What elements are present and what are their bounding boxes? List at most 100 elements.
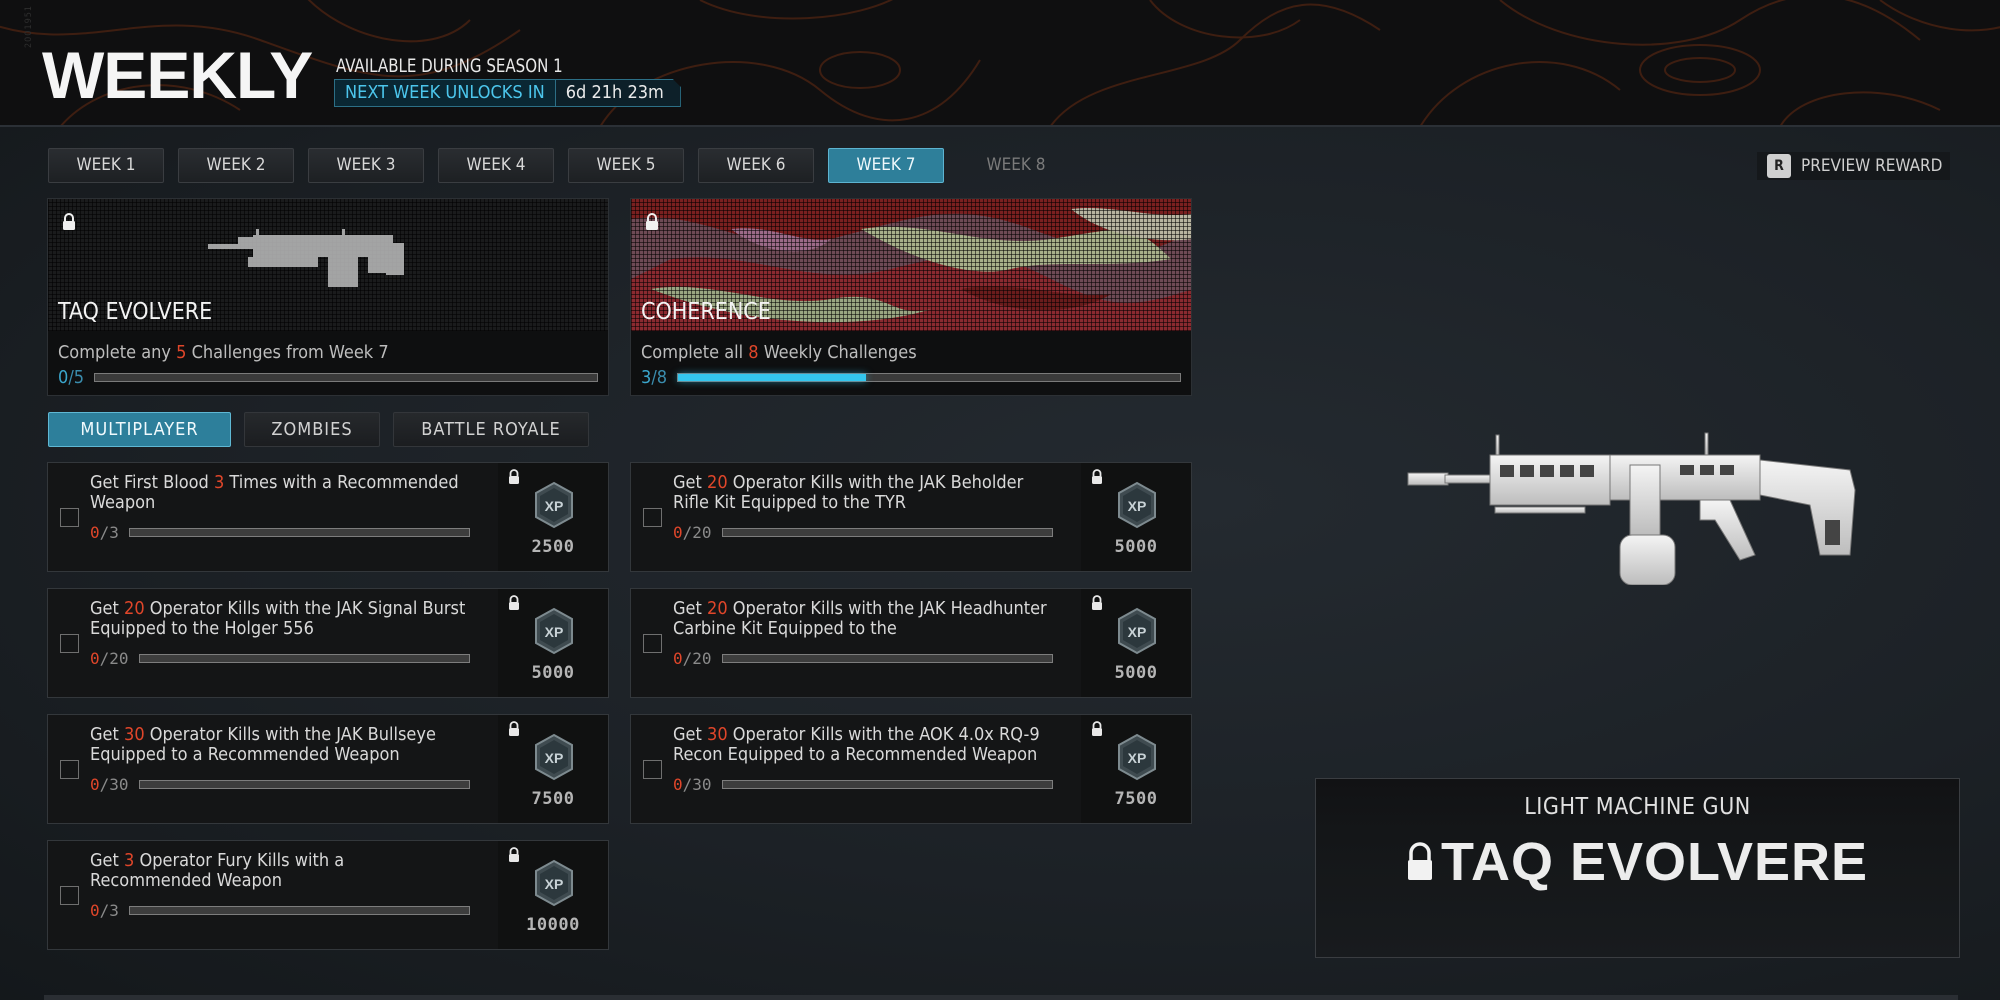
desc-text: Operator Kills with the JAK Signal Burst…	[90, 599, 466, 639]
xp-token-icon: XP	[535, 607, 573, 655]
svg-text:XP: XP	[545, 624, 564, 640]
challenge-description: Get 3 Operator Fury Kills with a Recomme…	[90, 851, 470, 891]
progress-bar	[721, 528, 1053, 537]
weapon-preview-image	[1407, 432, 1856, 585]
reward-card-weapon[interactable]: TAQ EVOLVERE Complete any 5 Challenges f…	[47, 198, 609, 396]
challenge-description: Get 30 Operator Kills with the JAK Bulls…	[90, 725, 470, 765]
lock-icon	[509, 847, 519, 862]
xp-token-icon: XP	[1118, 733, 1156, 781]
progress-bar	[128, 906, 470, 915]
tab-week-3[interactable]: WEEK 3	[308, 148, 424, 183]
desc-text: Get	[90, 725, 125, 745]
track-checkbox[interactable]	[60, 508, 79, 527]
track-checkbox[interactable]	[643, 508, 662, 527]
lock-icon	[1092, 721, 1102, 736]
challenge-card[interactable]: Get 30 Operator Kills with the JAK Bulls…	[47, 714, 609, 824]
challenge-card[interactable]: Get First Blood 3 Times with a Recommend…	[47, 462, 609, 572]
challenge-reward: XP 5000	[1081, 589, 1191, 697]
progress-bar	[138, 780, 470, 789]
progress-current: 3	[641, 367, 652, 388]
tab-week-4[interactable]: WEEK 4	[438, 148, 554, 183]
progress-bar	[138, 654, 470, 663]
r-key-icon: R	[1767, 154, 1791, 178]
challenge-progress: 0/20	[90, 649, 470, 668]
challenge-progress: 0/20	[673, 523, 1053, 542]
progress-bar	[721, 654, 1053, 663]
challenge-body: Get First Blood 3 Times with a Recommend…	[48, 463, 498, 571]
tab-week-7[interactable]: WEEK 7	[828, 148, 944, 183]
preview-reward-button[interactable]: R PREVIEW REWARD	[1757, 152, 1951, 180]
tab-multiplayer[interactable]: MULTIPLAYER	[48, 412, 231, 447]
progress-total: 8	[656, 367, 668, 388]
challenge-description: Get 20 Operator Kills with the JAK Signa…	[90, 599, 470, 639]
desc-highlight: 20	[124, 599, 145, 619]
progress-count: 0/20	[90, 649, 129, 668]
challenge-progress: 0/30	[90, 775, 470, 794]
tab-battle-royale[interactable]: BATTLE ROYALE	[393, 412, 589, 447]
next-week-unlock-timer: NEXT WEEK UNLOCKS IN 6d 21h 23m	[334, 79, 681, 107]
desc-text: Operator Kills with the AOK 4.0x RQ-9 Re…	[673, 725, 1040, 765]
desc-text: Get	[673, 473, 708, 493]
challenge-card[interactable]: Get 20 Operator Kills with the JAK Signa…	[47, 588, 609, 698]
tab-week-2[interactable]: WEEK 2	[178, 148, 294, 183]
challenge-card[interactable]: Get 20 Operator Kills with the JAK Headh…	[630, 588, 1192, 698]
lock-icon	[509, 469, 519, 484]
reward-name: TAQ EVOLVERE	[58, 299, 213, 325]
tab-week-1[interactable]: WEEK 1	[48, 148, 164, 183]
desc-text: Weekly Challenges	[758, 342, 917, 363]
progress-current: 0	[90, 901, 100, 920]
weapon-info-panel: LIGHT MACHINE GUN TAQ EVOLVERE	[1315, 778, 1960, 958]
tab-zombies[interactable]: ZOMBIES	[244, 412, 380, 447]
tab-week-6[interactable]: WEEK 6	[698, 148, 814, 183]
challenge-progress: 0/30	[673, 775, 1053, 794]
progress-count: 0/5	[58, 367, 85, 388]
xp-token-icon: XP	[535, 733, 573, 781]
reward-card-camo[interactable]: COHERENCE Complete all 8 Weekly Challeng…	[630, 198, 1192, 396]
challenge-card[interactable]: Get 3 Operator Fury Kills with a Recomme…	[47, 840, 609, 950]
track-checkbox[interactable]	[60, 634, 79, 653]
tab-week-8[interactable]: WEEK 8	[958, 148, 1074, 183]
xp-amount: 5000	[531, 663, 575, 683]
challenge-body: Get 30 Operator Kills with the JAK Bulls…	[48, 715, 498, 823]
xp-token-icon: XP	[1118, 607, 1156, 655]
reward-name: COHERENCE	[641, 299, 771, 325]
progress-count: 0/20	[673, 649, 712, 668]
desc-text: Get First Blood	[90, 473, 214, 493]
weapon-name: TAQ EVOLVERE	[1440, 832, 1869, 892]
challenge-card[interactable]: Get 20 Operator Kills with the JAK Behol…	[630, 462, 1192, 572]
lock-icon	[1092, 595, 1102, 610]
desc-highlight: 5	[176, 342, 187, 363]
footer-divider	[44, 995, 1958, 1000]
reward-progress: 3/8	[641, 367, 1181, 388]
desc-text: Challenges from Week 7	[186, 342, 389, 363]
xp-amount: 7500	[1114, 789, 1158, 809]
challenge-card[interactable]: Get 30 Operator Kills with the AOK 4.0x …	[630, 714, 1192, 824]
track-checkbox[interactable]	[643, 634, 662, 653]
progress-total: 5	[73, 367, 85, 388]
progress-total: 30	[692, 775, 712, 794]
progress-count: 0/3	[90, 901, 119, 920]
track-checkbox[interactable]	[643, 760, 662, 779]
challenge-body: Get 20 Operator Kills with the JAK Behol…	[631, 463, 1081, 571]
progress-bar	[94, 373, 598, 382]
challenge-reward: XP 5000	[498, 589, 608, 697]
desc-text: Get	[90, 851, 125, 871]
progress-current: 0	[90, 649, 100, 668]
tab-week-5[interactable]: WEEK 5	[568, 148, 684, 183]
track-checkbox[interactable]	[60, 886, 79, 905]
challenge-description: Get 20 Operator Kills with the JAK Headh…	[673, 599, 1053, 639]
lock-icon	[1407, 842, 1432, 880]
desc-text: Get	[90, 599, 125, 619]
preview-reward-label: PREVIEW REWARD	[1801, 156, 1943, 176]
unlock-label: NEXT WEEK UNLOCKS IN	[335, 80, 556, 106]
progress-current: 0	[673, 775, 683, 794]
track-checkbox[interactable]	[60, 760, 79, 779]
progress-total: 20	[692, 523, 712, 542]
svg-text:XP: XP	[545, 876, 564, 892]
xp-amount: 5000	[1114, 663, 1158, 683]
progress-total: 20	[692, 649, 712, 668]
mode-tabs: MULTIPLAYER ZOMBIES BATTLE ROYALE	[48, 412, 589, 447]
challenge-reward: XP 2500	[498, 463, 608, 571]
desc-text: Operator Kills with the JAK Headhunter C…	[673, 599, 1047, 639]
header: 2001951 WEEKLY AVAILABLE DURING SEASON 1…	[0, 0, 2000, 127]
